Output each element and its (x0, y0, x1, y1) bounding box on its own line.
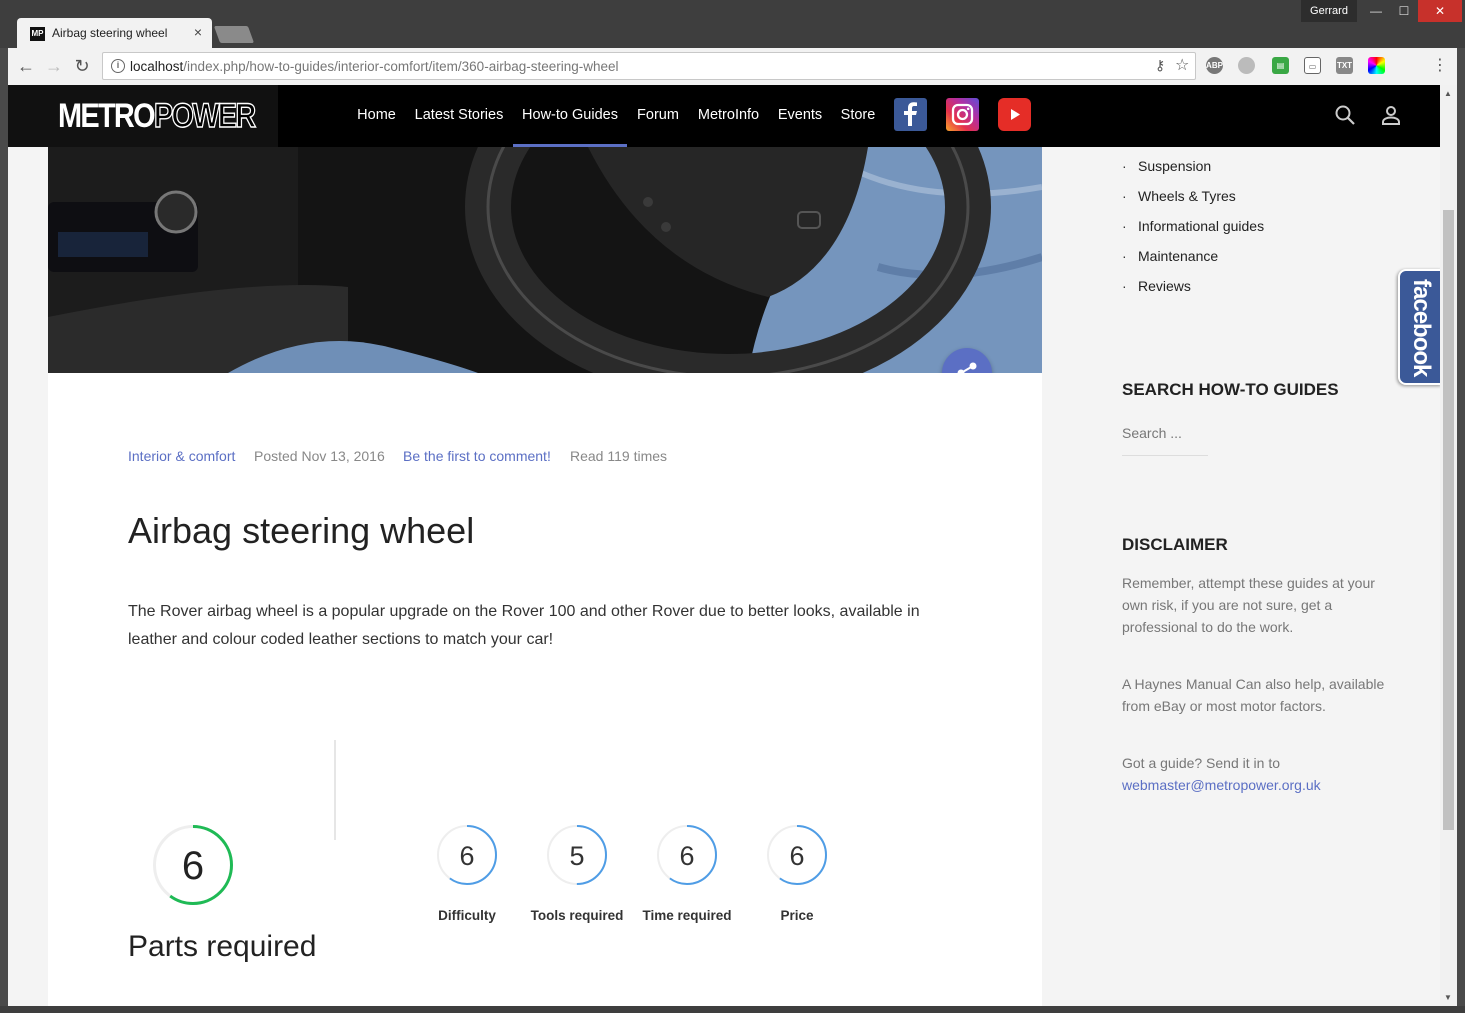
profile-button[interactable]: Gerrard (1301, 0, 1357, 22)
price-label: Price (780, 908, 814, 923)
forward-icon[interactable]: → (42, 54, 66, 78)
tab-close-icon[interactable]: × (194, 24, 202, 40)
new-tab-button[interactable] (213, 26, 255, 43)
disclaimer-heading: DISCLAIMER (1122, 535, 1228, 554)
time-label: Time required (642, 908, 732, 923)
site-info-icon[interactable]: i (111, 59, 125, 73)
overall-rating-value: 6 (182, 844, 204, 888)
browser-tab[interactable]: MP Airbag steering wheel × (17, 18, 212, 48)
time-value: 6 (679, 841, 694, 871)
page-title: Airbag steering wheel (128, 510, 475, 551)
category-link[interactable]: Interior & comfort (128, 448, 235, 464)
key-icon[interactable]: ⚷ (1155, 57, 1165, 74)
category-wheels-tyres[interactable]: Wheels & Tyres (1122, 188, 1236, 204)
color-picker-icon[interactable] (1368, 57, 1385, 74)
adblock-icon[interactable]: ABP (1206, 57, 1223, 74)
scroll-down-icon[interactable]: ▼ (1444, 993, 1452, 1002)
url-path: /index.php/how-to-guides/interior-comfor… (183, 59, 619, 74)
scroll-up-icon[interactable]: ▲ (1444, 89, 1452, 98)
page-scrollbar[interactable]: ▲ ▼ (1440, 85, 1457, 1006)
parts-heading: Parts required (128, 930, 317, 963)
youtube-icon[interactable] (998, 98, 1031, 131)
maximize-icon[interactable]: ☐ (1390, 0, 1418, 22)
nav-how-to-guides[interactable]: How-to Guides (513, 85, 627, 147)
tools-gauge: 5 (546, 824, 608, 891)
nav-latest-stories[interactable]: Latest Stories (408, 85, 510, 147)
menu-icon[interactable]: ⋮ (1428, 54, 1452, 78)
disclaimer-text-2: A Haynes Manual Can also help, available… (1122, 676, 1385, 714)
scrollbar-thumb[interactable] (1443, 210, 1454, 830)
nav-events[interactable]: Events (770, 85, 830, 147)
search-icon[interactable] (1333, 103, 1357, 127)
logo-metro: METRO (58, 97, 156, 135)
search-input[interactable]: Search ... (1122, 425, 1208, 456)
search-heading: SEARCH HOW-TO GUIDES (1122, 380, 1339, 399)
overall-rating-gauge: 6 (152, 824, 234, 911)
screenshot-icon[interactable]: ▭ (1304, 57, 1321, 74)
window-close-icon[interactable]: ✕ (1418, 0, 1462, 22)
disclaimer-text-3: Got a guide? Send it in to (1122, 755, 1280, 771)
logo-power: POWER (153, 96, 257, 135)
article: Interior & comfort Posted Nov 13, 2016 B… (48, 373, 1042, 1006)
disclaimer-text-1: Remember, attempt these guides at your o… (1122, 575, 1375, 635)
difficulty-value: 6 (459, 841, 474, 871)
tab-title: Airbag steering wheel (52, 26, 168, 40)
webmaster-email-link[interactable]: webmaster@metropower.org.uk (1122, 774, 1402, 796)
instagram-icon[interactable] (946, 98, 979, 131)
nav-metroinfo[interactable]: MetroInfo (690, 85, 767, 147)
extension-green-icon[interactable]: ▤ (1272, 57, 1289, 74)
bookmark-star-icon[interactable]: ☆ (1175, 55, 1189, 75)
price-value: 6 (789, 841, 804, 871)
category-reviews[interactable]: Reviews (1122, 278, 1191, 294)
time-gauge: 6 (656, 824, 718, 891)
url-text[interactable]: localhost/index.php/how-to-guides/interi… (130, 59, 619, 74)
favicon-icon: MP (30, 27, 45, 41)
price-gauge: 6 (766, 824, 828, 891)
facebook-icon[interactable] (894, 98, 927, 131)
divider (334, 740, 336, 840)
user-icon[interactable] (1379, 103, 1403, 127)
site-logo[interactable]: METROPOWER (8, 85, 278, 147)
back-icon[interactable]: ← (14, 54, 38, 78)
site-header: METROPOWER Home Latest Stories How-to Gu… (8, 85, 1440, 147)
web-page: METROPOWER Home Latest Stories How-to Gu… (8, 85, 1440, 1006)
window-bottom-border (0, 1006, 1465, 1013)
tools-value: 5 (569, 841, 584, 871)
category-maintenance[interactable]: Maintenance (1122, 248, 1218, 264)
nav-home[interactable]: Home (348, 85, 405, 147)
facebook-tab-label: facebook (1408, 279, 1435, 377)
tools-label: Tools required (530, 908, 624, 923)
title-bar: MP Airbag steering wheel × Gerrard — ☐ ✕ (0, 0, 1465, 48)
text-icon[interactable]: TXT (1336, 57, 1353, 74)
difficulty-gauge: 6 (436, 824, 498, 891)
posted-date: Posted Nov 13, 2016 (254, 448, 385, 464)
nav-store[interactable]: Store (834, 85, 882, 147)
category-informational-guides[interactable]: Informational guides (1122, 218, 1264, 234)
facebook-side-tab[interactable]: facebook (1398, 269, 1440, 385)
reload-icon[interactable]: ↻ (70, 54, 94, 78)
minimize-icon[interactable]: — (1362, 0, 1390, 22)
browser-toolbar: ← → ↻ i localhost/index.php/how-to-guide… (8, 48, 1457, 85)
comment-link[interactable]: Be the first to comment! (403, 448, 551, 464)
address-bar[interactable]: i localhost/index.php/how-to-guides/inte… (102, 52, 1196, 80)
extension-icon[interactable] (1238, 57, 1255, 74)
nav-forum[interactable]: Forum (630, 85, 686, 147)
read-count: Read 119 times (570, 448, 668, 464)
browser-window: MP Airbag steering wheel × Gerrard — ☐ ✕… (0, 0, 1465, 1013)
category-suspension[interactable]: Suspension (1122, 158, 1211, 174)
url-host: localhost (130, 59, 184, 74)
article-intro: The Rover airbag wheel is a popular upgr… (128, 603, 920, 648)
difficulty-label: Difficulty (438, 908, 496, 923)
hero-image (48, 147, 1042, 373)
